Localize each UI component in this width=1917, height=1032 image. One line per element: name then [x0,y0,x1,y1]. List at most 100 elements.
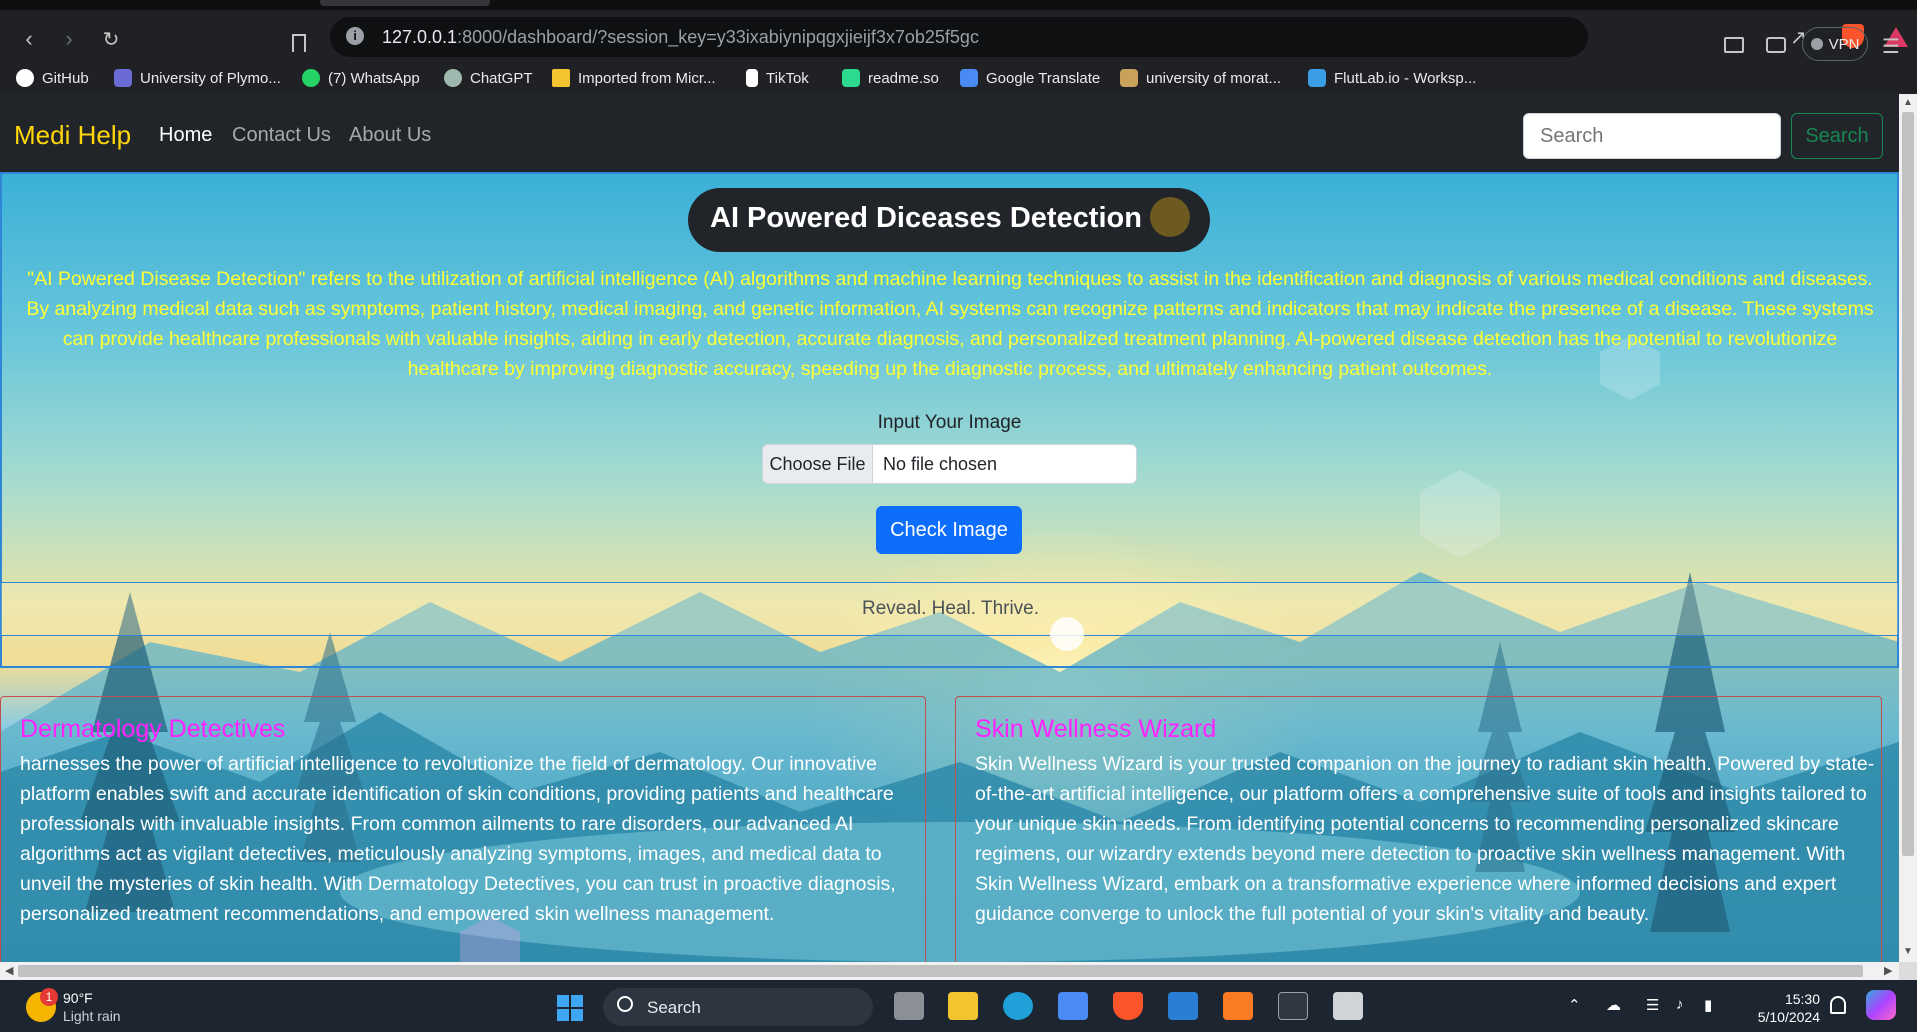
title-dot-icon [1150,197,1190,237]
bookmark-google-translate[interactable]: Google Translate [960,67,1100,89]
flutlab-icon [1308,69,1326,87]
url-text[interactable]: 127.0.0.1:8000/dashboard/?session_key=y3… [382,27,979,48]
tiktok-icon [746,69,758,87]
bookmark-label: university of morat... [1146,69,1282,87]
weather-temperature[interactable]: 90°F [63,990,93,1006]
copilot-icon[interactable] [1866,990,1896,1020]
vpn-button[interactable]: VPN [1802,27,1868,61]
file-input[interactable]: Choose File No file chosen [762,444,1137,484]
scroll-up-icon[interactable]: ▲ [1903,97,1913,108]
site-info-icon[interactable]: i [346,27,364,45]
volume-icon[interactable]: ♪ [1676,996,1684,1013]
edge-icon[interactable] [1003,992,1033,1020]
task-view-icon[interactable] [894,992,924,1020]
card-dermatology-detectives: Dermatology Detectives harnesses the pow… [0,696,926,962]
clock-time: 15:30 [1784,991,1820,1007]
hero-section: AI Powered Diceases Detection "AI Powere… [0,172,1899,962]
nav-about-us[interactable]: About Us [349,124,431,147]
title-pill: AI Powered Diceases Detection [688,188,1210,252]
bookmark-label: TikTok [766,69,809,87]
menu-icon[interactable]: ☰ [1882,34,1900,59]
vertical-scrollbar[interactable]: ▲ ▼ [1899,94,1917,962]
bookmark-tiktok[interactable]: TikTok [746,67,809,89]
app-icon[interactable] [1333,992,1363,1020]
taskbar: 1 90°F Light rain Search ⌃ ☁ ☰ ♪ ▮ 15:30… [0,980,1917,1032]
search-button[interactable]: Search [1791,113,1883,159]
bookmark-github[interactable]: GitHub [16,67,89,89]
tray-overflow-icon[interactable]: ⌃ [1568,996,1581,1014]
brave-icon[interactable] [1113,992,1143,1020]
bookmarks-bar: GitHub University of Plymo... (7) WhatsA… [0,62,1917,94]
bookmark-imported-folder[interactable]: Imported from Micr... [552,67,716,89]
active-tab[interactable] [320,0,490,6]
check-image-button[interactable]: Check Image [876,506,1022,554]
scroll-right-icon[interactable]: ▶ [1884,964,1892,977]
scroll-down-icon[interactable]: ▼ [1903,946,1913,957]
back-icon[interactable]: ‹ [14,24,44,54]
address-bar[interactable]: i 127.0.0.1:8000/dashboard/?session_key=… [330,17,1908,57]
taskbar-search-label: Search [647,998,701,1017]
search-icon [617,996,633,1012]
bookmark-icon[interactable] [292,34,306,52]
card-body: harnesses the power of artificial intell… [20,753,896,925]
store-icon[interactable] [1058,992,1088,1020]
chatgpt-icon [444,69,462,87]
taskbar-search[interactable]: Search [603,988,873,1026]
card-title: Skin Wellness Wizard [975,715,1217,743]
terminal-icon[interactable] [1278,992,1308,1020]
vpn-label: VPN [1828,35,1860,53]
bookmark-label: Google Translate [986,69,1101,87]
page-title: AI Powered Diceases Detection [710,202,1142,234]
sidebar-toggle-icon[interactable] [1724,37,1744,53]
reload-icon[interactable]: ↻ [96,24,126,54]
bookmark-label: Imported from Micr... [578,69,716,87]
browser-toolbar: ‹ › ↻ i 127.0.0.1:8000/dashboard/?sessio… [0,10,1917,62]
xampp-icon[interactable] [1223,992,1253,1020]
hexagon-decoration [1420,470,1500,558]
intro-paragraph: "AI Powered Disease Detection" refers to… [26,268,1874,380]
cloud-icon[interactable]: ☁ [1606,996,1621,1014]
choose-file-button[interactable]: Choose File [763,445,873,483]
web-page: Medi Help Home Contact Us About Us Searc… [0,94,1899,962]
file-status-text: No file chosen [883,454,998,474]
nav-home[interactable]: Home [159,124,212,147]
folder-icon [552,69,570,87]
image-input-label: Input Your Image [877,412,1022,433]
bookmark-moratuwa[interactable]: university of morat... [1120,67,1281,89]
scroll-left-icon[interactable]: ◀ [5,964,13,977]
wallet-icon[interactable] [1766,37,1786,53]
file-explorer-icon[interactable] [948,992,978,1020]
card-body: Skin Wellness Wizard is your trusted com… [975,753,1875,925]
bookmark-plymouth[interactable]: University of Plymo... [114,67,281,89]
vscode-icon[interactable] [1168,992,1198,1020]
battery-icon[interactable]: ▮ [1704,996,1712,1014]
horizontal-scroll-thumb[interactable] [18,965,1863,977]
clock[interactable]: 15:30 5/10/2024 [1740,990,1820,1026]
horizontal-scrollbar[interactable]: ◀ ▶ [0,962,1899,980]
bookmark-label: FlutLab.io - Worksp... [1334,69,1477,87]
bookmark-label: (7) WhatsApp [328,69,420,87]
bookmark-label: readme.so [868,69,939,87]
bookmark-whatsapp[interactable]: (7) WhatsApp [302,67,420,89]
bookmark-chatgpt[interactable]: ChatGPT [444,67,533,89]
bookmark-label: GitHub [42,69,89,87]
bookmark-label: University of Plymo... [140,69,281,87]
github-icon [16,69,34,87]
brand-logo[interactable]: Medi Help [14,120,131,151]
sun-icon [1050,617,1084,651]
card-title: Dermatology Detectives [20,715,286,743]
vertical-scroll-thumb[interactable] [1902,112,1914,856]
forward-icon[interactable]: › [54,24,84,54]
notification-bell-icon[interactable] [1830,996,1846,1014]
search-input[interactable] [1523,113,1781,159]
bookmark-readme[interactable]: readme.so [842,67,939,89]
crest-icon [114,69,132,87]
nav-contact-us[interactable]: Contact Us [232,124,331,147]
windows-start-icon[interactable] [557,995,583,1021]
readme-icon [842,69,860,87]
bookmark-flutlab[interactable]: FlutLab.io - Worksp... [1308,67,1476,89]
crest-icon [1120,69,1138,87]
wifi-icon[interactable]: ☰ [1646,996,1659,1014]
weather-description[interactable]: Light rain [63,1008,121,1024]
tagline-text: Reveal. Heal. Thrive. [861,598,1040,619]
